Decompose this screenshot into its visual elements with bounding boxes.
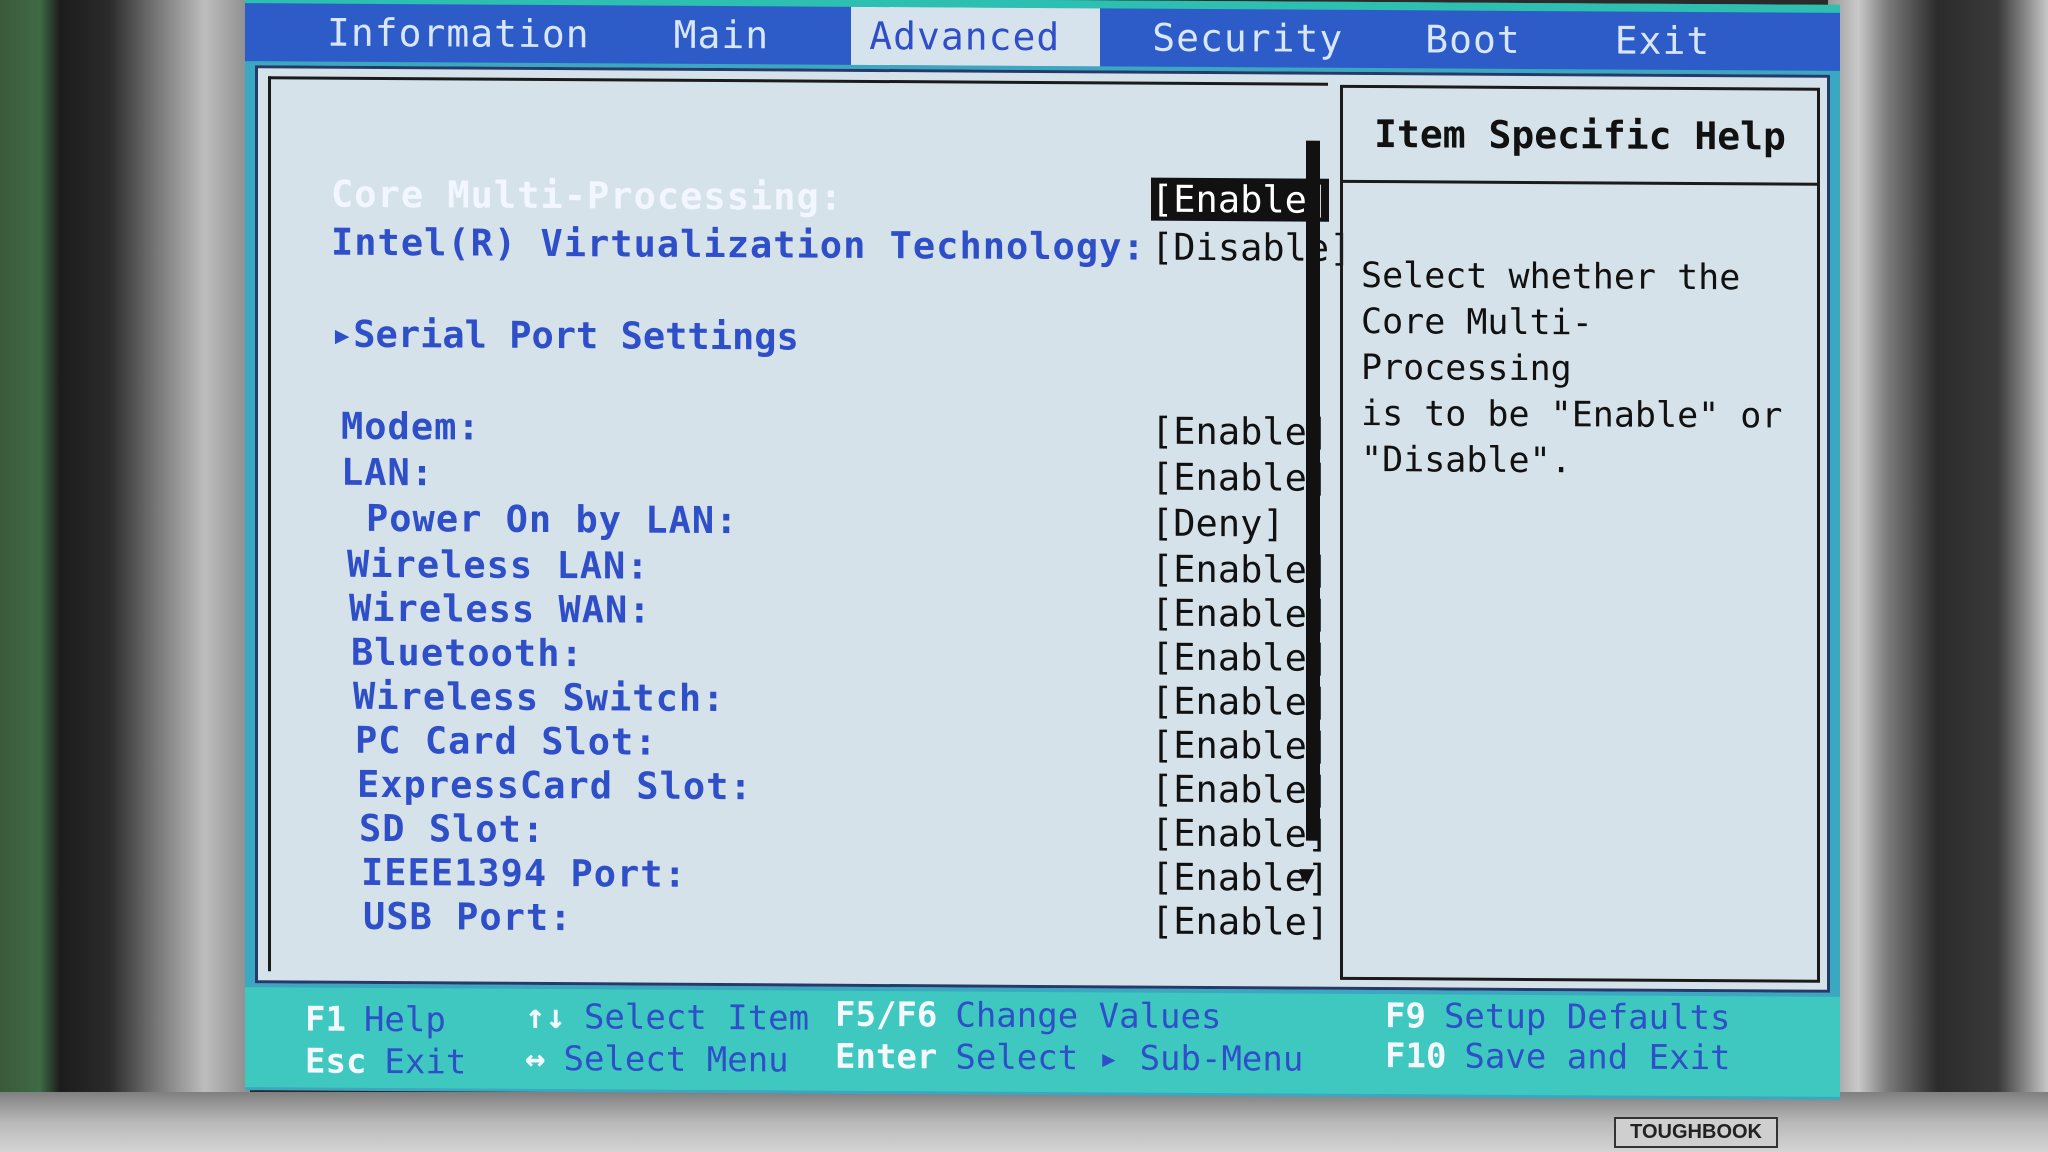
menu-bar: Information Main Advanced Security Boot …: [245, 3, 1840, 71]
legend-label: Setup Defaults: [1443, 996, 1731, 1039]
setting-label: Power On by LAN:: [366, 496, 739, 542]
setting-label: USB Port:: [363, 894, 573, 939]
key-f9: F9: [1385, 996, 1426, 1037]
submenu-arrow-icon: ▸: [331, 312, 354, 356]
legend-setup-defaults: F9 Setup Defaults: [1385, 996, 1731, 1038]
key-f1: F1: [305, 999, 346, 1040]
legend-label: Select ▸ Sub-Menu: [955, 1037, 1304, 1080]
setting-label: LAN:: [341, 450, 435, 494]
setting-label: PC Card Slot:: [355, 718, 658, 764]
setting-value[interactable]: [Enable]: [1151, 409, 1329, 453]
tab-main[interactable]: Main: [652, 6, 792, 65]
legend-label: Help: [363, 999, 446, 1041]
settings-panel: Core Multi-Processing: [Enable] Intel(R)…: [255, 65, 1830, 993]
setting-expresscard-slot[interactable]: ExpressCard Slot: [Enable]: [357, 762, 1347, 812]
left-right-arrows-icon: ↔: [525, 1038, 546, 1079]
legend-change-values: F5/F6 Change Values: [835, 995, 1221, 1037]
key-enter: Enter: [835, 1036, 938, 1078]
setting-label: Wireless WAN:: [349, 586, 652, 632]
tab-advanced[interactable]: Advanced: [851, 6, 1101, 67]
settings-list: Core Multi-Processing: [Enable] Intel(R)…: [268, 76, 1351, 978]
legend-label: Select Item: [583, 997, 810, 1039]
setting-wireless-lan[interactable]: Wireless LAN: [Enable]: [347, 542, 1337, 592]
setting-value[interactable]: [Enable]: [1151, 177, 1330, 222]
legend-select-menu: ↔ Select Menu: [525, 1039, 789, 1081]
help-text: Select whether the Core Multi-Processing…: [1361, 255, 1783, 482]
setting-wireless-switch[interactable]: Wireless Switch: [Enable]: [353, 674, 1343, 724]
setting-ieee1394-port[interactable]: IEEE1394 Port: [Enable]: [361, 850, 1351, 900]
setting-value[interactable]: [Enable]: [1151, 679, 1329, 723]
setting-value[interactable]: [Disable]: [1151, 225, 1351, 269]
setting-lan[interactable]: LAN: [Enable]: [341, 450, 1331, 500]
setting-value[interactable]: [Enable]: [1151, 767, 1329, 811]
submenu-serial-port-settings[interactable]: ▸ Serial Port Settings: [331, 312, 1321, 362]
legend-label: Change Values: [955, 995, 1222, 1038]
setting-virtualization[interactable]: Intel(R) Virtualization Technology: [Dis…: [331, 220, 1351, 270]
laptop-bezel-left: [0, 0, 250, 1152]
setting-label: Bluetooth:: [351, 630, 584, 675]
setting-core-multi-processing[interactable]: Core Multi-Processing: [Enable]: [331, 172, 1330, 222]
key-f5-f6: F5/F6: [835, 994, 938, 1036]
tab-security[interactable]: Security: [1130, 9, 1365, 68]
legend-save-exit: F10 Save and Exit: [1385, 1036, 1731, 1078]
setting-sd-slot[interactable]: SD Slot: [Enable]: [359, 806, 1349, 856]
brand-logo: TOUGHBOOK: [1614, 1117, 1778, 1148]
setting-value[interactable]: [Enable]: [1151, 811, 1329, 855]
legend-f1-help: F1 Help: [305, 999, 446, 1040]
help-title: Item Specific Help: [1343, 87, 1817, 186]
setting-value[interactable]: [Enable]: [1151, 899, 1329, 943]
tab-information[interactable]: Information: [305, 3, 612, 63]
setting-modem[interactable]: Modem: [Enable]: [341, 404, 1331, 454]
setting-label: Core Multi-Processing:: [331, 172, 844, 219]
setting-value[interactable]: [Enable]: [1151, 455, 1329, 499]
setting-usb-port[interactable]: USB Port: [Enable]: [363, 894, 1353, 944]
legend-select-submenu: Enter Select ▸ Sub-Menu: [835, 1037, 1303, 1080]
up-down-arrows-icon: ↑↓: [525, 996, 566, 1038]
setting-label: Intel(R) Virtualization Technology:: [331, 220, 1146, 269]
legend-esc-exit: Esc Exit: [305, 1041, 466, 1082]
key-legend: F1 Help Esc Exit ↑↓ Select Item ↔ Select Men…: [245, 987, 1840, 1097]
setting-value[interactable]: [Deny]: [1151, 501, 1285, 545]
tab-exit[interactable]: Exit: [1593, 11, 1733, 70]
setting-label: Wireless Switch:: [353, 674, 726, 720]
setting-label: SD Slot:: [359, 806, 546, 851]
bios-screen: Information Main Advanced Security Boot …: [245, 0, 1840, 1100]
tab-boot[interactable]: Boot: [1403, 10, 1543, 69]
legend-label: Select Menu: [563, 1039, 789, 1081]
setting-value[interactable]: [Enable]: [1151, 591, 1329, 635]
key-f10: F10: [1385, 1036, 1447, 1077]
submenu-label: Serial Port Settings: [353, 312, 799, 359]
scrollbar[interactable]: [1306, 140, 1320, 841]
setting-label: Wireless LAN:: [347, 542, 650, 588]
setting-bluetooth[interactable]: Bluetooth: [Enable]: [351, 630, 1341, 680]
legend-label: Exit: [384, 1041, 467, 1083]
laptop-bezel-right: [1828, 0, 2048, 1152]
help-pane: Item Specific Help Select whether the Co…: [1340, 84, 1820, 983]
setting-wireless-wan[interactable]: Wireless WAN: [Enable]: [349, 586, 1339, 636]
setting-pc-card-slot[interactable]: PC Card Slot: [Enable]: [355, 718, 1345, 768]
setting-value[interactable]: [Enable]: [1151, 547, 1329, 591]
key-esc: Esc: [305, 1041, 367, 1082]
setting-label: IEEE1394 Port:: [361, 850, 687, 896]
scroll-down-arrow-icon[interactable]: ▼: [1299, 861, 1315, 891]
setting-label: Modem:: [341, 404, 481, 449]
legend-label: Save and Exit: [1464, 1036, 1731, 1079]
legend-select-item: ↑↓ Select Item: [525, 997, 809, 1039]
setting-value[interactable]: [Enable]: [1151, 635, 1329, 679]
setting-label: ExpressCard Slot:: [357, 762, 753, 808]
setting-power-on-lan[interactable]: Power On by LAN: [Deny]: [366, 496, 1356, 546]
setting-value[interactable]: [Enable]: [1151, 723, 1329, 767]
